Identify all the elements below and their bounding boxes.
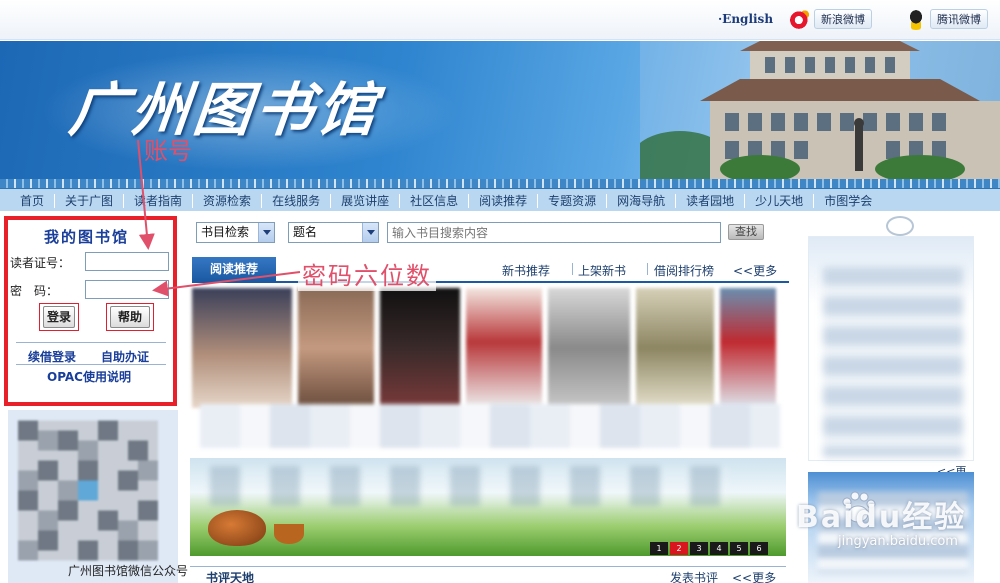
top-bar: ·English 新浪微博 腾讯微博	[0, 0, 1000, 40]
header-banner: 广州图书馆 账号	[0, 41, 1000, 179]
book-search-input[interactable]	[387, 222, 721, 243]
book-covers-row	[192, 288, 788, 408]
search-field-value: 题名	[293, 225, 318, 239]
nav-item-reader-guide[interactable]: 读者指南	[123, 193, 192, 208]
tencent-weibo-link[interactable]: 腾讯微博	[904, 8, 988, 30]
reading-more-link[interactable]: <<更多	[733, 262, 777, 279]
promo-banner[interactable]: 1 2 3 4 5 6	[190, 458, 786, 556]
tab-new-books[interactable]: 新书推荐	[502, 262, 550, 279]
library-logo-title: 广州图书馆	[65, 76, 384, 144]
post-review-link[interactable]: 发表书评	[670, 569, 718, 583]
main-nav: 首页 关于广图 读者指南 资源检索 在线服务 展览讲座 社区信息 阅读推荐 专题…	[0, 179, 1000, 211]
nav-item-home[interactable]: 首页	[0, 194, 54, 208]
review-more-link[interactable]: <<更多	[732, 569, 776, 583]
book-cover[interactable]	[548, 288, 630, 408]
nav-item-children[interactable]: 少儿天地	[744, 193, 813, 208]
my-library-login-panel: 我的图书馆 读者证号： 密 码： 登录 帮助 续借登录 自助办证 OPAC使用说…	[4, 216, 177, 406]
book-cover[interactable]	[192, 288, 292, 408]
login-divider-2	[16, 364, 166, 365]
book-review-title: 书评天地	[206, 571, 255, 583]
nav-item-web-navigation[interactable]: 网海导航	[606, 193, 675, 208]
nav-item-library-society[interactable]: 市图学会	[813, 193, 882, 208]
nav-item-exhibitions[interactable]: 展览讲座	[330, 193, 399, 208]
book-review-header: 书评天地 发表书评 <<更多	[190, 566, 786, 583]
renew-login-link[interactable]: 续借登录	[28, 348, 76, 365]
password-label: 密 码：	[10, 284, 59, 298]
pin-icon	[886, 216, 914, 236]
nav-item-reader-garden[interactable]: 读者园地	[675, 193, 744, 208]
promo-banner-text-blurred	[210, 466, 730, 506]
watermark-text: Baidu经验	[796, 500, 967, 535]
search-field-select[interactable]: 题名	[288, 222, 379, 243]
search-type-select[interactable]: 书目检索	[196, 222, 275, 243]
annotation-password: 密码六位数	[298, 256, 436, 291]
notice-list-blurred	[823, 267, 963, 457]
nav-item-community[interactable]: 社区信息	[399, 193, 468, 208]
card-number-label: 读者证号：	[10, 256, 71, 270]
nav-item-special-resources[interactable]: 专题资源	[537, 193, 606, 208]
sina-weibo-icon	[788, 8, 812, 30]
watermark-url: jingyan.baidu.com	[838, 534, 958, 549]
reading-tabs: 阅读推荐 新书推荐 上架新书 借阅排行榜 <<更多	[192, 257, 789, 283]
tencent-qq-icon	[904, 8, 928, 30]
tab-separator	[572, 263, 573, 275]
pager-button-active[interactable]: 2	[670, 542, 688, 555]
promo-pager: 1 2 3 4 5 6	[650, 542, 768, 555]
teapot-image	[208, 510, 266, 546]
sina-weibo-label: 新浪微博	[814, 9, 872, 29]
book-cover[interactable]	[298, 288, 374, 408]
search-type-value: 书目检索	[201, 225, 250, 239]
book-cover[interactable]	[466, 288, 542, 408]
nav-pattern	[0, 179, 1000, 189]
login-button[interactable]: 登录	[43, 306, 75, 328]
card-number-input[interactable]	[85, 252, 169, 271]
tab-reading-recommend[interactable]: 阅读推荐	[192, 257, 276, 281]
login-divider	[16, 342, 166, 343]
wechat-qr-panel: 广州图书馆微信公众号	[8, 410, 188, 583]
english-link[interactable]: ·English	[718, 12, 773, 26]
tab-borrow-ranking[interactable]: 借阅排行榜	[654, 262, 714, 279]
tab-separator	[647, 263, 648, 275]
pager-button[interactable]: 5	[730, 542, 748, 555]
nav-items: 首页 关于广图 读者指南 资源检索 在线服务 展览讲座 社区信息 阅读推荐 专题…	[0, 190, 1000, 211]
password-input[interactable]	[85, 280, 169, 299]
opac-help-link[interactable]: OPAC使用说明	[47, 368, 131, 385]
baidu-jingyan-watermark: Baidu经验 jingyan.baidu.com	[760, 484, 980, 564]
book-cover[interactable]	[380, 288, 460, 408]
nav-item-online-service[interactable]: 在线服务	[261, 193, 330, 208]
book-cover[interactable]	[720, 288, 776, 408]
chevron-down-icon	[362, 223, 378, 242]
sina-weibo-link[interactable]: 新浪微博	[788, 8, 872, 30]
book-titles-blurred	[200, 404, 780, 448]
search-button[interactable]: 查找	[728, 224, 764, 240]
nav-item-about[interactable]: 关于广图	[54, 193, 123, 208]
help-button[interactable]: 帮助	[110, 306, 150, 328]
teacup-image	[274, 524, 304, 544]
nav-item-resource-search[interactable]: 资源检索	[192, 193, 261, 208]
pager-button[interactable]: 4	[710, 542, 728, 555]
login-title: 我的图书馆	[44, 228, 130, 246]
tab-shelved-books[interactable]: 上架新书	[578, 262, 626, 279]
wechat-qr-code	[18, 420, 158, 561]
annotation-account: 账号	[144, 137, 192, 165]
book-cover[interactable]	[636, 288, 714, 408]
pager-button[interactable]: 3	[690, 542, 708, 555]
page: ·English 新浪微博 腾讯微博 广州图书馆 账号 首页 关于广图 读者指南…	[0, 0, 1000, 583]
library-building-image	[640, 41, 1000, 179]
notice-panel: <<更多	[808, 236, 974, 494]
tencent-weibo-label: 腾讯微博	[930, 9, 988, 29]
chevron-down-icon	[258, 223, 274, 242]
qr-caption: 广州图书馆微信公众号	[68, 564, 189, 578]
pager-button[interactable]: 1	[650, 542, 668, 555]
nav-item-reading[interactable]: 阅读推荐	[468, 193, 537, 208]
self-service-card-link[interactable]: 自助办证	[101, 348, 149, 365]
